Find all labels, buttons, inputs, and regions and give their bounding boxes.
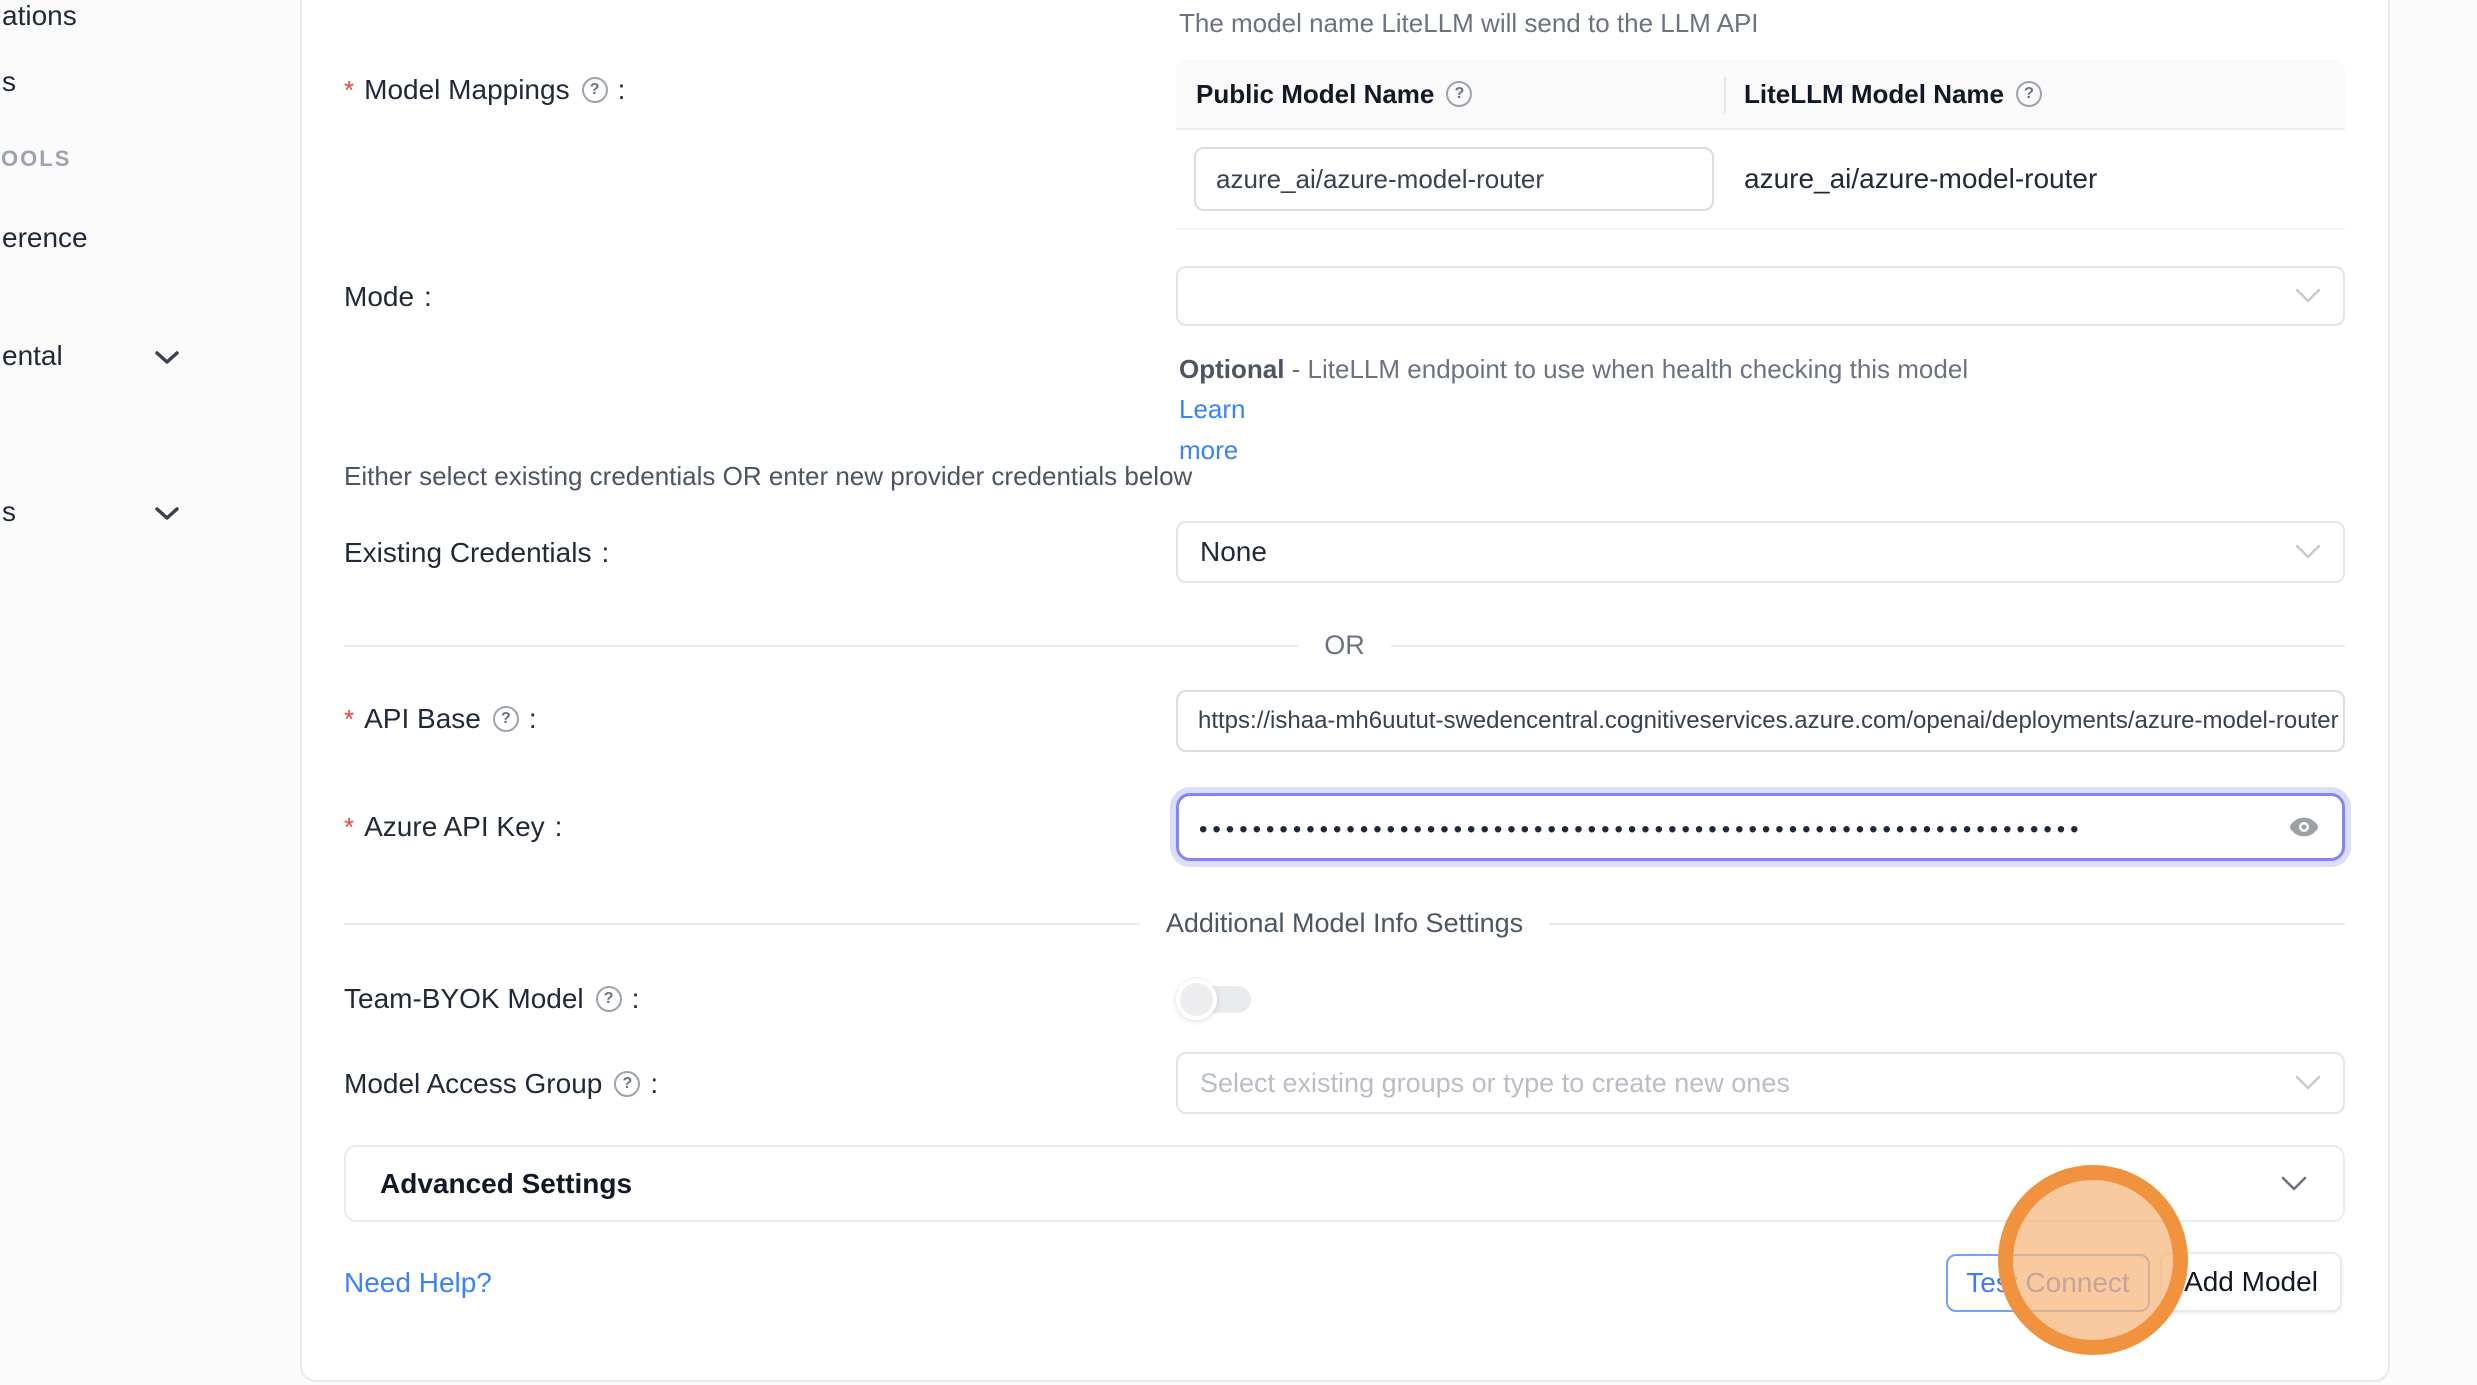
required-asterisk-icon: * [344,75,354,106]
api-base-input[interactable]: https://ishaa-mh6uutut-swedencentral.cog… [1176,690,2345,752]
eye-icon[interactable] [2286,812,2322,842]
required-asterisk-icon: * [344,812,354,843]
model-mappings-label: * Model Mappings : [344,74,625,106]
mode-label: Mode: [344,281,432,313]
sidebar-item-inference[interactable]: erence [2,222,88,254]
sidebar-item-models[interactable]: s [2,66,16,98]
advanced-settings-label: Advanced Settings [380,1168,2279,1200]
public-model-name-input[interactable]: azure_ai/azure-model-router [1194,147,1714,211]
masked-password: ••••••••••••••••••••••••••••••••••••••••… [1199,812,2286,842]
existing-credentials-select[interactable]: None [1176,521,2345,583]
chevron-down-icon [2293,543,2323,561]
azure-api-key-input[interactable]: ••••••••••••••••••••••••••••••••••••••••… [1176,793,2345,861]
litellm-model-name-value: azure_ai/azure-model-router [1724,163,2097,195]
azure-api-key-label: * Azure API Key : [344,811,562,843]
chevron-down-icon [2293,287,2323,305]
sidebar-item-organizations[interactable]: ations [2,0,77,32]
learn-more-link[interactable]: Learn [1179,394,1246,424]
required-asterisk-icon: * [344,704,354,735]
chevron-down-icon [2293,1074,2323,1092]
mode-select[interactable] [1176,266,2345,326]
model-access-group-select[interactable]: Select existing groups or type to create… [1176,1052,2345,1114]
add-model-button[interactable]: Add Model [2160,1252,2342,1312]
team-byok-toggle[interactable] [1185,986,1251,1013]
help-circle-icon[interactable] [614,1071,640,1097]
sidebar-item-settings[interactable]: s [2,496,16,528]
credentials-hint: Either select existing credentials OR en… [344,461,1192,492]
api-base-label: * API Base : [344,703,537,735]
help-circle-icon[interactable] [2016,81,2042,107]
team-byok-label: Team-BYOK Model : [344,983,639,1015]
additional-settings-divider: Additional Model Info Settings [344,908,2345,939]
sidebar-item-experimental[interactable]: ental [2,340,63,372]
need-help-link[interactable]: Need Help? [344,1267,492,1299]
table-row: azure_ai/azure-model-router azure_ai/azu… [1176,130,2345,230]
help-circle-icon[interactable] [582,77,608,103]
model-name-hint: The model name LiteLLM will send to the … [1179,8,1759,39]
select-placeholder: Select existing groups or type to create… [1200,1068,1790,1099]
model-access-group-label: Model Access Group : [344,1068,658,1100]
chevron-down-icon[interactable] [152,504,182,524]
chevron-down-icon[interactable] [152,348,182,368]
header-litellm-model-name: LiteLLM Model Name [1724,79,2042,110]
header-public-model-name: Public Model Name [1176,79,1724,110]
existing-credentials-label: Existing Credentials: [344,537,609,569]
chevron-down-icon[interactable] [2279,1175,2309,1193]
mode-help-text: Optional - LiteLLM endpoint to use when … [1179,349,1989,470]
sidebar-section-tools: TOOLS [0,146,71,172]
test-connect-button[interactable]: Test Connect [1946,1254,2150,1312]
help-circle-icon[interactable] [1446,81,1472,107]
toggle-knob [1176,979,1217,1020]
help-circle-icon[interactable] [493,706,519,732]
or-divider: OR [344,630,2345,661]
help-circle-icon[interactable] [596,986,622,1012]
table-header-row: Public Model Name LiteLLM Model Name [1176,60,2345,130]
model-mappings-table: Public Model Name LiteLLM Model Name azu… [1176,60,2345,230]
column-divider [1724,77,1726,113]
advanced-settings-panel[interactable]: Advanced Settings [344,1145,2345,1222]
